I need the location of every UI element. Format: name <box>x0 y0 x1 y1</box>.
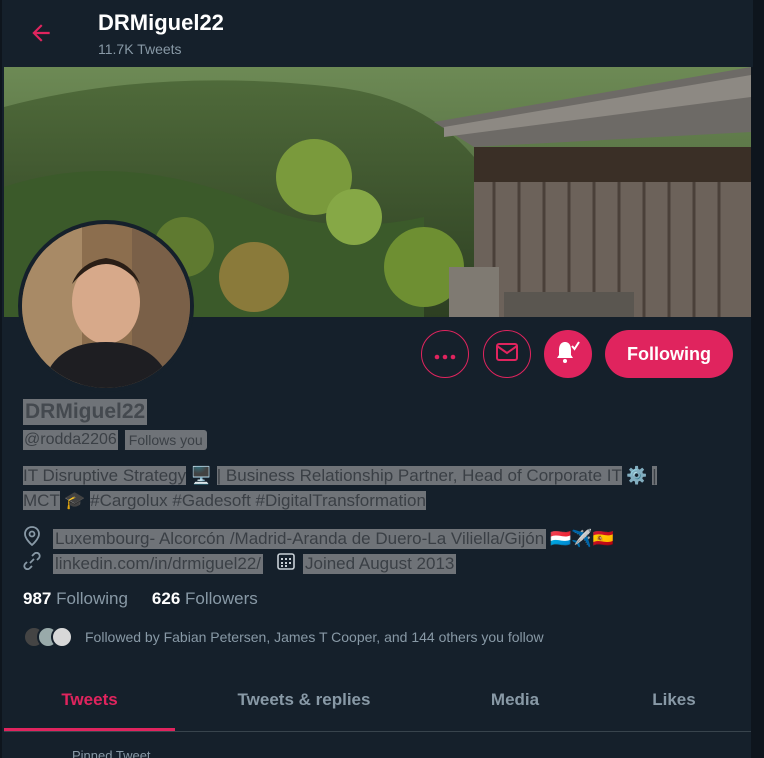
profile-website-link[interactable]: linkedin.com/in/drmiguel22/ <box>53 553 263 574</box>
handle-row: @rodda2206 Follows you <box>23 430 207 450</box>
bio-text: IT Disruptive Strategy <box>23 466 187 485</box>
arrow-left-icon[interactable] <box>28 20 54 46</box>
following-count: 987 <box>23 589 52 608</box>
calendar-icon <box>277 552 295 575</box>
flag-luxembourg-icon: 🇱🇺 <box>550 528 572 548</box>
bell-check-icon <box>555 340 581 369</box>
location-row: Luxembourg- Alcorcón /Madrid-Aranda de D… <box>23 526 614 551</box>
notifications-button[interactable] <box>544 330 592 378</box>
followed-by-text: Followed by Fabian Petersen, James T Coo… <box>85 629 544 645</box>
link-icon <box>23 551 45 575</box>
airplane-emoji-icon: ✈️ <box>571 528 593 548</box>
message-button[interactable] <box>483 330 531 378</box>
profile-handle: @rodda2206 <box>23 430 118 450</box>
graduation-cap-emoji-icon: 🎓 <box>64 491 86 510</box>
following-count-link[interactable]: 987 Following <box>23 589 128 609</box>
bio-text: MCT <box>23 491 60 510</box>
profile-avatar[interactable] <box>18 220 194 392</box>
computer-emoji-icon: 🖥️ <box>190 466 213 485</box>
profile-tabs: Tweets Tweets & replies Media Likes <box>4 668 751 732</box>
profile-joined-date: Joined August 2013 <box>303 553 457 574</box>
bio-text: | <box>652 466 657 485</box>
profile-location: Luxembourg- Alcorcón /Madrid-Aranda de D… <box>53 528 547 549</box>
bio-hashtags[interactable]: #Cargolux #Gadesoft #DigitalTransformati… <box>90 491 426 510</box>
bio-text: | Business Relationship Partner, Head of… <box>216 466 622 485</box>
location-pin-icon <box>23 526 45 551</box>
following-label: Following <box>56 589 128 608</box>
followers-count: 626 <box>151 589 181 608</box>
header-tweet-count: 11.7K Tweets <box>98 41 182 57</box>
profile-bio: IT Disruptive Strategy 🖥️ | Business Rel… <box>23 463 738 513</box>
followers-count-link[interactable]: 626 Followers <box>152 589 258 609</box>
tab-media[interactable]: Media <box>433 668 597 731</box>
following-button[interactable]: Following <box>605 330 733 378</box>
avatar <box>51 626 73 648</box>
followed-by-row[interactable]: Followed by Fabian Petersen, James T Coo… <box>23 626 544 648</box>
tab-tweets-replies[interactable]: Tweets & replies <box>175 668 433 731</box>
profile-name: DRMiguel22 <box>23 399 148 425</box>
envelope-icon <box>496 342 518 366</box>
top-header: DRMiguel22 11.7K Tweets <box>2 0 753 67</box>
gear-emoji-icon: ⚙️ <box>626 466 648 485</box>
header-name: DRMiguel22 <box>98 10 224 35</box>
flag-spain-icon: 🇪🇸 <box>592 528 614 548</box>
follow-counts: 987 Following 626 Followers <box>23 589 258 609</box>
pinned-tweet-label: Pinned Tweet <box>72 748 151 758</box>
follows-you-badge: Follows you <box>121 430 207 450</box>
website-joined-row: linkedin.com/in/drmiguel22/ Joined Augus… <box>23 551 457 575</box>
profile-page: DRMiguel22 11.7K Tweets Following DRMigu… <box>0 0 764 758</box>
more-options-button[interactable] <box>421 330 469 378</box>
tab-tweets[interactable]: Tweets <box>4 668 175 731</box>
followers-label: Followers <box>185 589 258 608</box>
tab-likes[interactable]: Likes <box>597 668 751 731</box>
more-dots-icon <box>434 344 456 365</box>
